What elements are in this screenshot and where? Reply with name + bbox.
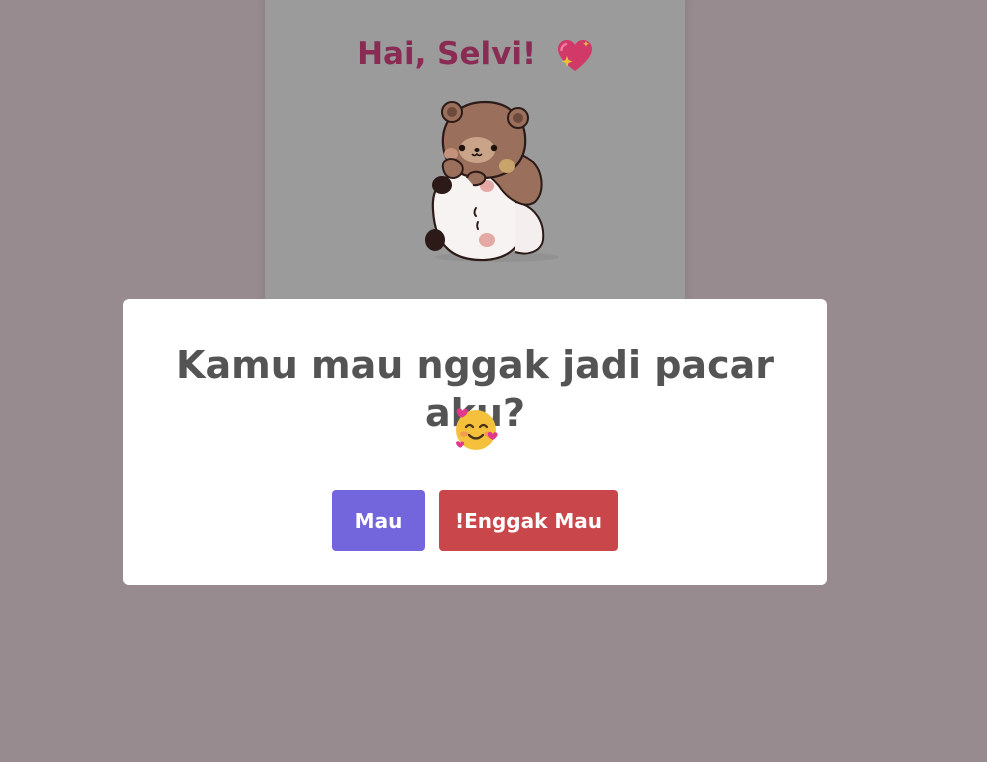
greeting-title: Hai, Selvi! (265, 34, 685, 74)
greeting-text: Hai, Selvi! (357, 36, 537, 72)
no-button[interactable]: !Enggak Mau (439, 490, 618, 551)
bear-panda-illustration (425, 100, 559, 262)
sparkling-heart-icon (557, 39, 592, 71)
greeting-card: Hai, Selvi! (265, 0, 685, 306)
smiling-face-with-hearts-icon (456, 408, 498, 450)
proposal-dialog: Kamu mau nggak jadi pacar aku? Mau !Engg… (123, 299, 827, 585)
yes-button[interactable]: Mau (332, 490, 425, 551)
